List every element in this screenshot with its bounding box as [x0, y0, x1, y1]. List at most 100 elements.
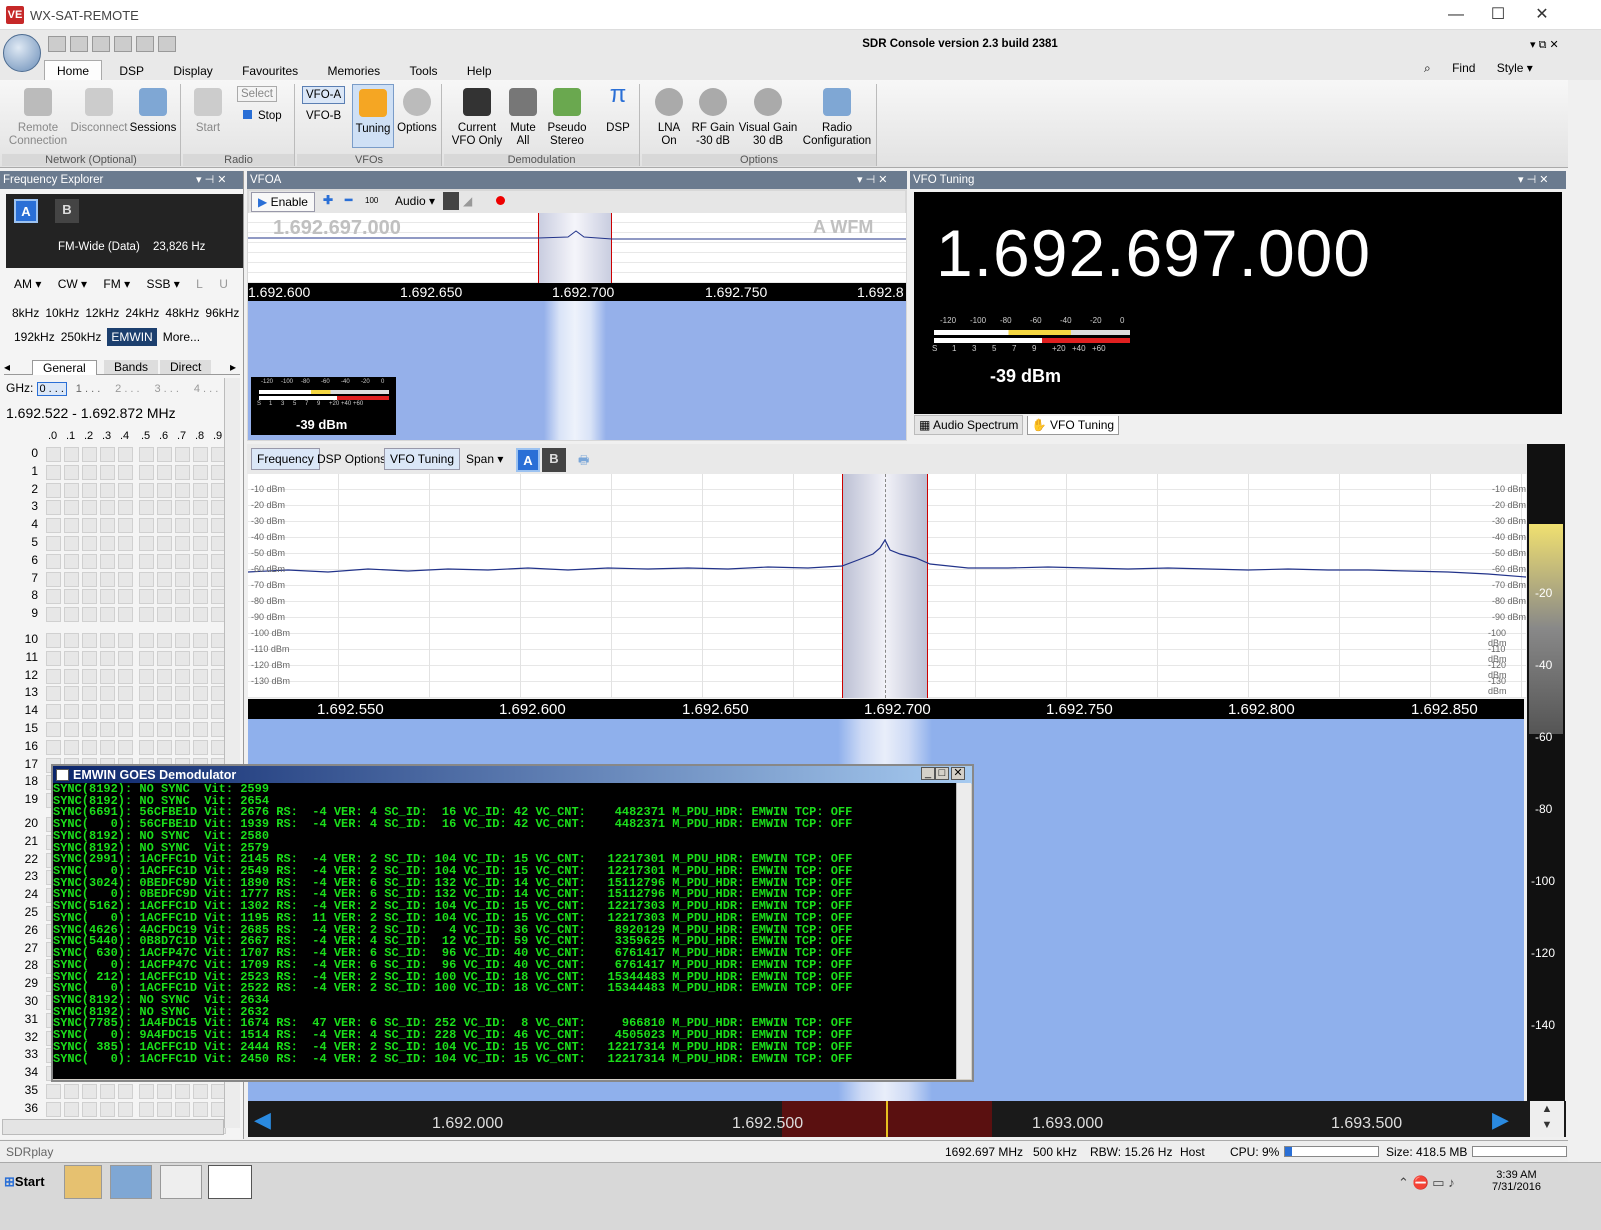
grid-cell[interactable] — [157, 571, 172, 587]
grid-cell[interactable] — [64, 500, 79, 516]
grid-cell[interactable] — [46, 482, 61, 498]
grid-cell[interactable] — [46, 721, 61, 737]
clock[interactable]: 3:39 AM 7/31/2016 — [1492, 1169, 1541, 1193]
grid-cell[interactable] — [118, 721, 133, 737]
grid-cell[interactable] — [193, 650, 208, 666]
grid-cell[interactable] — [157, 464, 172, 480]
mode-ssb[interactable]: SSB ▾ — [146, 277, 179, 291]
grid-cell[interactable] — [46, 447, 61, 462]
panel-controls[interactable]: ▾ ⊣ ✕ — [857, 173, 887, 186]
grid-cell[interactable] — [157, 482, 172, 498]
vfo-b-button[interactable]: VFO-B — [306, 110, 341, 122]
grid-cell[interactable] — [100, 589, 115, 605]
nav-left-arrow-icon[interactable]: ◀ — [254, 1107, 271, 1133]
grid-cell[interactable] — [46, 589, 61, 605]
vfo-b-select[interactable]: B — [542, 448, 566, 472]
grid-cell[interactable] — [100, 482, 115, 498]
record-icon[interactable] — [496, 196, 505, 205]
grid-cell[interactable] — [118, 704, 133, 720]
grid-cell[interactable] — [64, 704, 79, 720]
grid-cell[interactable] — [139, 704, 154, 720]
grid-cell[interactable] — [46, 632, 61, 648]
tab-memories[interactable]: Memories — [315, 61, 392, 81]
grid-cell[interactable] — [100, 686, 115, 702]
grid-cell[interactable] — [100, 464, 115, 480]
grid-cell[interactable] — [100, 518, 115, 534]
grid-cell[interactable] — [193, 482, 208, 498]
grid-cell[interactable] — [175, 650, 190, 666]
bw-192khz[interactable]: 192kHz — [14, 330, 55, 344]
mode-fm[interactable]: FM ▾ — [103, 277, 130, 291]
grid-cell[interactable] — [157, 607, 172, 623]
tab-dsp[interactable]: DSP — [107, 61, 156, 81]
grid-cell[interactable] — [46, 739, 61, 755]
grid-cell[interactable] — [157, 1083, 172, 1099]
tab-home[interactable]: Home — [44, 60, 103, 81]
grid-cell[interactable] — [193, 739, 208, 755]
grid-cell[interactable] — [100, 535, 115, 551]
grid-cell[interactable] — [175, 1101, 190, 1117]
demod-log[interactable]: SYNC(8192): NO SYNC Vit: 2599 SYNC(8192):… — [53, 783, 956, 1079]
vfo-a-toggle[interactable]: A — [14, 199, 38, 223]
close-button[interactable]: ✕ — [1522, 4, 1562, 26]
grid-cell[interactable] — [193, 553, 208, 569]
grid-cell[interactable] — [64, 1101, 79, 1117]
grid-cell[interactable] — [157, 500, 172, 516]
grid-cell[interactable] — [193, 518, 208, 534]
grid-cell[interactable] — [82, 739, 97, 755]
grid-cell[interactable] — [193, 704, 208, 720]
grid-cell[interactable] — [100, 607, 115, 623]
grid-cell[interactable] — [157, 650, 172, 666]
window-taskbar-icon-2[interactable] — [208, 1165, 252, 1199]
vfo-a-button[interactable]: VFO-A — [302, 86, 346, 104]
grid-cell[interactable] — [46, 668, 61, 684]
grid-cell[interactable] — [64, 553, 79, 569]
grid-cell[interactable] — [175, 589, 190, 605]
lna-button[interactable]: LNA On — [650, 88, 688, 148]
grid-cell[interactable] — [118, 535, 133, 551]
grid-cell[interactable] — [118, 571, 133, 587]
grid-cell[interactable] — [82, 650, 97, 666]
grid-cell[interactable] — [139, 1083, 154, 1099]
grid-cell[interactable] — [193, 589, 208, 605]
grid-cell[interactable] — [118, 650, 133, 666]
style-dropdown[interactable]: Style — [1497, 61, 1524, 75]
tuning-button[interactable]: Tuning — [352, 84, 394, 148]
dsp-button[interactable]: π DSP — [600, 83, 636, 135]
grid-cell[interactable] — [118, 500, 133, 516]
squelch-icon[interactable]: ◢ — [463, 194, 472, 208]
tab-frequency[interactable]: Frequency — [251, 448, 320, 470]
grid-cell[interactable] — [118, 739, 133, 755]
bw-96khz[interactable]: 96kHz — [205, 306, 239, 320]
grid-cell[interactable] — [64, 686, 79, 702]
tab-direct[interactable]: Direct — [160, 360, 212, 374]
mode-am[interactable]: AM ▾ — [14, 277, 41, 291]
grid-cell[interactable] — [118, 589, 133, 605]
play-icon[interactable] — [136, 36, 154, 52]
grid-cell[interactable] — [82, 500, 97, 516]
grid-cell[interactable] — [82, 535, 97, 551]
grid-cell[interactable] — [64, 721, 79, 737]
mode-cw[interactable]: CW ▾ — [58, 277, 87, 291]
vfo-a-select[interactable]: A — [516, 448, 540, 472]
grid-cell[interactable] — [64, 535, 79, 551]
camera-icon[interactable] — [48, 36, 66, 52]
options-button[interactable]: Options — [396, 88, 438, 135]
grid-cell[interactable] — [82, 482, 97, 498]
grid-cell[interactable] — [139, 632, 154, 648]
grid-cell[interactable] — [100, 553, 115, 569]
grid-cell[interactable] — [175, 447, 190, 462]
grid-cell[interactable] — [157, 589, 172, 605]
demod-scrollbar[interactable] — [956, 783, 971, 1079]
grid-cell[interactable] — [46, 704, 61, 720]
grid-cell[interactable] — [100, 500, 115, 516]
nav-scroll[interactable]: ▲ ▼ — [1530, 1101, 1564, 1137]
start-button[interactable]: Start — [188, 88, 228, 135]
mdi-controls[interactable]: ▾ ⧉ ✕ — [1530, 38, 1559, 52]
grid-cell[interactable] — [64, 650, 79, 666]
grid-cell[interactable] — [82, 704, 97, 720]
tab-bands[interactable]: Bands — [104, 360, 159, 374]
grid-cell[interactable] — [100, 650, 115, 666]
grid-cell[interactable] — [82, 571, 97, 587]
grid-cell[interactable] — [46, 607, 61, 623]
